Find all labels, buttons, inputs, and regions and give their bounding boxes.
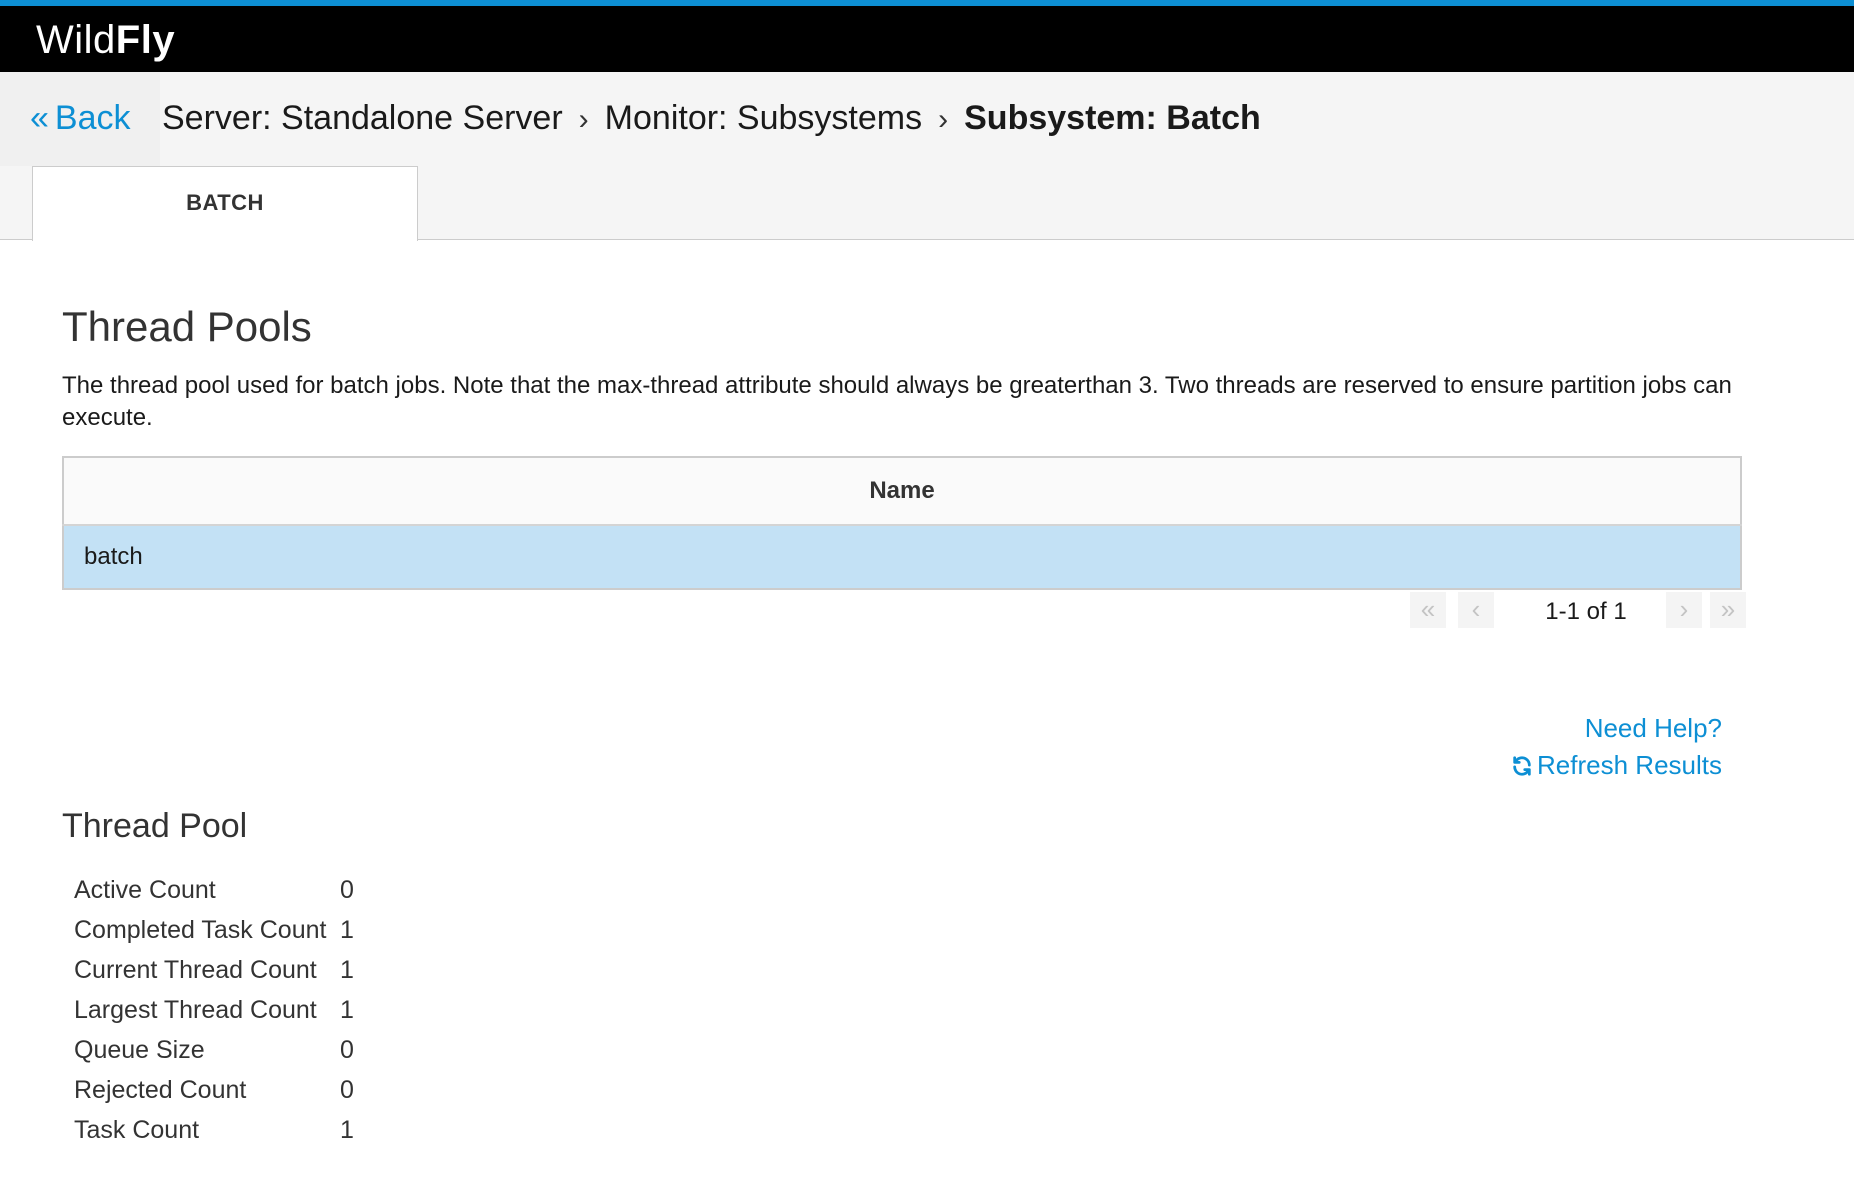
pager-text: 1-1 of 1 — [1545, 598, 1627, 625]
attribute-value: 1 — [340, 956, 354, 984]
section-title: Thread Pools — [62, 303, 312, 350]
wildfly-logo[interactable]: WildFly — [36, 14, 175, 66]
tab-batch[interactable]: BATCH — [32, 166, 418, 241]
top-header: WildFly — [0, 0, 1854, 72]
attribute-row-largest-thread-count: Largest Thread Count 1 — [74, 990, 380, 1030]
attribute-row-active-count: Active Count 0 — [74, 870, 380, 910]
breadcrumb: Server: Standalone Server › Monitor: Subsy… — [162, 93, 1261, 145]
attribute-row-rejected-count: Rejected Count 0 — [74, 1070, 380, 1110]
column-header-name[interactable]: Name — [63, 457, 1741, 526]
table-cell-name[interactable]: batch — [63, 525, 1741, 589]
attribute-name: Largest Thread Count — [74, 996, 317, 1024]
attribute-value: 0 — [340, 1036, 354, 1064]
double-chevron-right-icon[interactable]: » — [1710, 592, 1746, 628]
table-row[interactable]: batch — [63, 525, 1741, 589]
section-description: The thread pool used for batch jobs. Not… — [62, 372, 1732, 431]
logo-text-bold: Fly — [115, 18, 176, 62]
attribute-value: 1 — [340, 996, 354, 1024]
refresh-icon — [1513, 756, 1531, 776]
chevron-right-icon[interactable]: › — [1666, 592, 1702, 628]
attribute-list: Active Count 0 Completed Task Count 1 Cu… — [74, 870, 380, 1150]
refresh-results-link[interactable]: Refresh Results — [1511, 749, 1722, 781]
attribute-name: Completed Task Count — [74, 916, 327, 944]
refresh-label: Refresh Results — [1537, 750, 1722, 780]
attribute-name: Queue Size — [74, 1036, 205, 1064]
attribute-row-completed-task-count: Completed Task Count 1 — [74, 910, 380, 950]
thread-pools-table: Name batch — [62, 456, 1742, 590]
double-chevron-left-icon: « — [30, 99, 49, 137]
attribute-name: Current Thread Count — [74, 956, 317, 984]
breadcrumb-item-current: Subsystem: Batch — [964, 99, 1261, 137]
subsection-title: Thread Pool — [62, 807, 248, 845]
breadcrumb-item-server[interactable]: Server: Standalone Server — [162, 99, 563, 137]
back-link[interactable]: «Back — [30, 93, 131, 143]
attribute-value: 1 — [340, 916, 354, 944]
attribute-row-task-count: Task Count 1 — [74, 1110, 380, 1150]
breadcrumb-bar: «Back Server: Standalone Server › Monitor:… — [0, 72, 1854, 166]
double-chevron-left-icon[interactable]: « — [1410, 592, 1446, 628]
chevron-right-icon: › — [578, 103, 589, 136]
attribute-value: 0 — [340, 876, 354, 904]
breadcrumb-item-monitor[interactable]: Monitor: Subsystems — [605, 99, 922, 137]
attribute-value: 1 — [340, 1116, 354, 1144]
tab-strip: BATCH — [0, 166, 1854, 241]
back-label: Back — [54, 99, 131, 137]
logo-text-light: Wild — [36, 18, 116, 62]
attribute-name: Rejected Count — [74, 1076, 247, 1104]
need-help-link[interactable]: Need Help? — [1585, 712, 1722, 744]
chevron-left-icon[interactable]: ‹ — [1458, 592, 1494, 628]
attribute-value: 0 — [340, 1076, 354, 1104]
attribute-row-queue-size: Queue Size 0 — [74, 1030, 380, 1070]
chevron-right-icon: › — [938, 103, 949, 136]
attribute-row-current-thread-count: Current Thread Count 1 — [74, 950, 380, 990]
attribute-name: Task Count — [74, 1116, 200, 1144]
attribute-name: Active Count — [74, 876, 216, 904]
